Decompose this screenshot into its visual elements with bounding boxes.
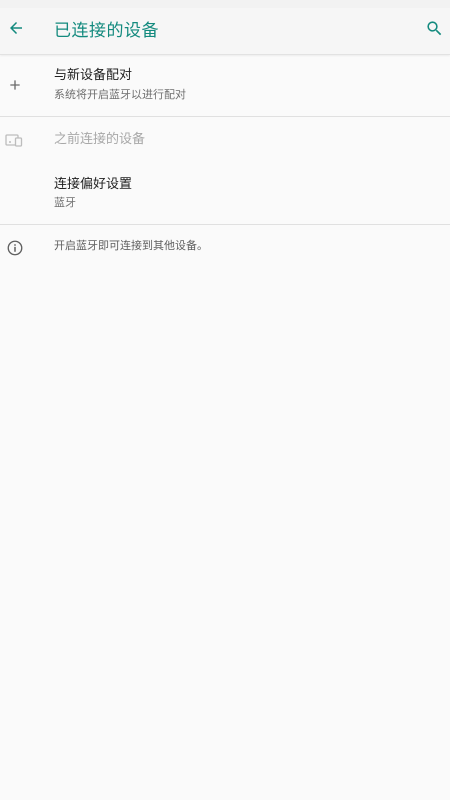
arrow-back-icon — [10, 22, 22, 34]
previously-connected-title: 之前连接的设备 — [54, 132, 146, 147]
pair-new-device-title: 与新设备配对 — [54, 68, 133, 83]
connection-preferences-summary: 蓝牙 — [54, 196, 76, 209]
plus-icon — [10, 80, 20, 90]
previously-connected-item: 之前连接的设备 — [0, 117, 450, 165]
connection-preferences-title: 连接偏好设置 — [54, 177, 133, 192]
info-icon — [7, 240, 23, 256]
app-bar: 已连接的设备 — [0, 8, 450, 55]
status-bar — [0, 0, 450, 8]
connection-preferences-item[interactable]: 连接偏好设置 蓝牙 — [0, 166, 450, 224]
back-button[interactable] — [2, 14, 30, 42]
plus-icon-wrap — [4, 74, 26, 96]
search-icon — [426, 20, 441, 35]
devices-icon — [5, 134, 23, 147]
devices-icon-wrap — [4, 129, 26, 151]
info-icon-wrap — [4, 237, 26, 259]
connected-devices-screen: 已连接的设备 与新设备配对 系统将开启蓝牙以进行配对 之前连接的设备 连接偏好设… — [0, 0, 450, 800]
footer-info-text: 开启蓝牙即可连接到其他设备。 — [54, 239, 208, 252]
footer-info: 开启蓝牙即可连接到其他设备。 — [0, 225, 450, 271]
pair-new-device-item[interactable]: 与新设备配对 系统将开启蓝牙以进行配对 — [0, 56, 450, 116]
pair-new-device-summary: 系统将开启蓝牙以进行配对 — [54, 88, 186, 101]
page-title: 已连接的设备 — [54, 21, 159, 41]
search-button[interactable] — [420, 14, 448, 42]
